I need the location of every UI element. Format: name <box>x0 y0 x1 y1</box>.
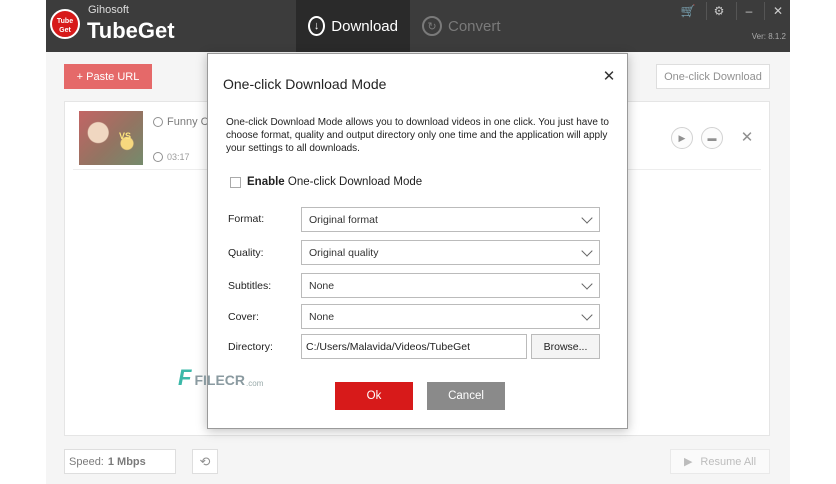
quality-select[interactable]: Original quality <box>301 240 600 265</box>
minimize-icon[interactable]: – <box>741 3 757 19</box>
chevron-down-icon <box>581 245 593 257</box>
tab-download-label: Download <box>331 17 398 35</box>
ok-button[interactable]: Ok <box>335 382 413 410</box>
watermark-suffix: .com <box>246 379 264 388</box>
format-select[interactable]: Original format <box>301 207 600 232</box>
convert-icon: ↻ <box>422 16 442 36</box>
dialog-description: One-click Download Mode allows you to do… <box>226 117 609 154</box>
title-bar: Tube Get Gihosoft TubeGet ↓ Download ↻ C… <box>46 0 790 52</box>
format-label: Format: <box>228 213 265 225</box>
dialog-title: One-click Download Mode <box>223 76 387 92</box>
enable-one-click-checkbox[interactable]: Enable One-click Download Mode <box>230 176 422 188</box>
tab-download[interactable]: ↓ Download <box>296 0 410 52</box>
tab-convert[interactable]: ↻ Convert <box>410 0 524 52</box>
cover-select[interactable]: None <box>301 304 600 329</box>
watermark-glyph: F <box>178 365 192 390</box>
tab-convert-label: Convert <box>448 17 501 35</box>
enable-bold-text: Enable <box>247 176 285 188</box>
cover-value: None <box>309 310 335 323</box>
app-logo: Tube Get <box>50 9 80 39</box>
directory-label: Directory: <box>228 341 273 353</box>
quality-value: Original quality <box>309 246 379 259</box>
one-click-dialog: One-click Download Mode ✕ One-click Down… <box>178 53 628 429</box>
chevron-down-icon <box>581 309 593 321</box>
directory-input[interactable]: C:/Users/Malavida/Videos/TubeGet <box>301 334 527 359</box>
enable-rest-text: One-click Download Mode <box>287 176 423 188</box>
toolbar-separator <box>706 2 707 20</box>
subtitles-label: Subtitles: <box>228 280 272 292</box>
format-value: Original format <box>309 213 378 226</box>
dialog-close-icon[interactable]: ✕ <box>601 68 617 86</box>
cancel-button[interactable]: Cancel <box>427 382 505 410</box>
quality-label: Quality: <box>228 247 264 259</box>
subtitles-value: None <box>309 279 335 292</box>
checkbox-box[interactable] <box>230 176 241 188</box>
download-icon: ↓ <box>308 16 326 36</box>
brand-vendor: Gihosoft <box>88 4 129 16</box>
browse-button[interactable]: Browse... <box>531 334 600 359</box>
enable-label: Enable One-click Download Mode <box>247 176 422 188</box>
chevron-down-icon <box>581 278 593 290</box>
cover-label: Cover: <box>228 311 259 323</box>
toolbar-separator <box>764 2 765 20</box>
watermark: F FILECR .com <box>178 365 264 390</box>
version-label: Ver: 8.1.2 <box>751 32 786 41</box>
subtitles-select[interactable]: None <box>301 273 600 298</box>
gear-icon[interactable]: ⚙ <box>711 3 727 19</box>
toolbar-separator <box>736 2 737 20</box>
close-icon[interactable]: ✕ <box>770 3 786 19</box>
watermark-text: FILECR <box>194 372 246 388</box>
cart-icon[interactable]: 🛒 <box>680 3 696 19</box>
chevron-down-icon <box>581 212 593 224</box>
brand-name: TubeGet <box>87 18 175 43</box>
